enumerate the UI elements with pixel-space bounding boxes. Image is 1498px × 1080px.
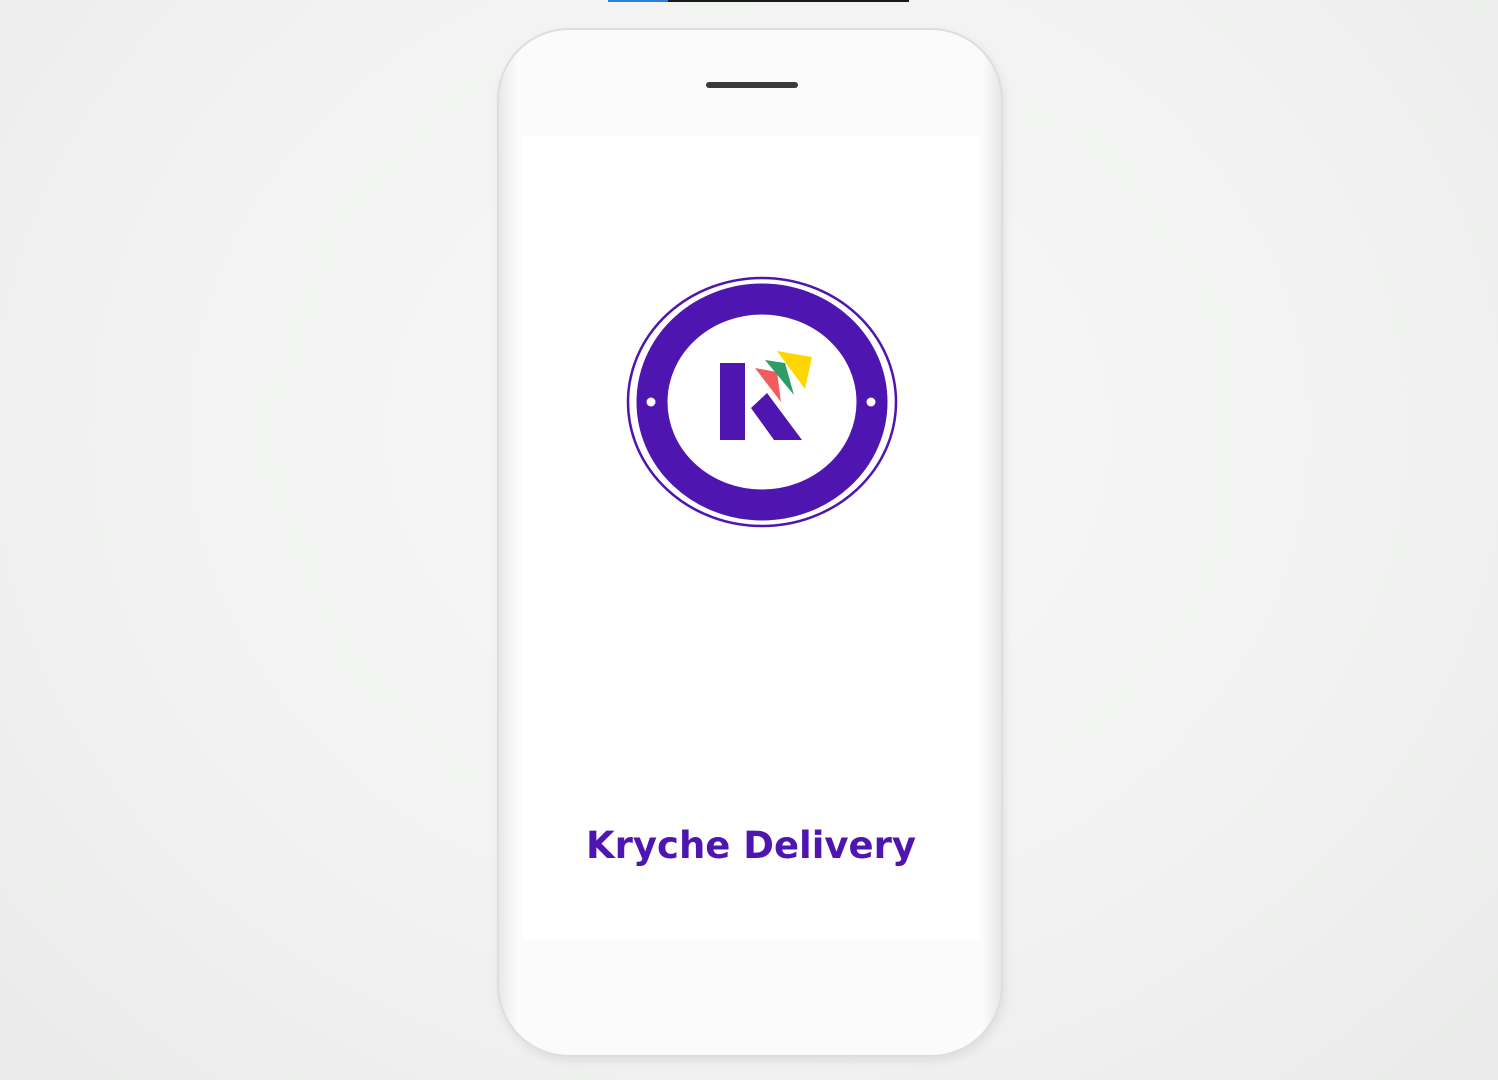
logo-dot-right	[866, 397, 876, 407]
phone-speaker	[706, 82, 798, 88]
logo-k-leg	[751, 393, 802, 440]
phone-mockup: Kryche Delivery	[497, 28, 1003, 1057]
loading-progress-bar	[608, 0, 909, 2]
logo-k-stem	[720, 363, 745, 440]
kryche-logo	[626, 276, 898, 528]
loading-progress-fill	[608, 0, 669, 2]
logo-dot-left	[646, 397, 656, 407]
app-title: Kryche Delivery	[585, 824, 917, 867]
splash-screen: Kryche Delivery	[522, 136, 980, 940]
